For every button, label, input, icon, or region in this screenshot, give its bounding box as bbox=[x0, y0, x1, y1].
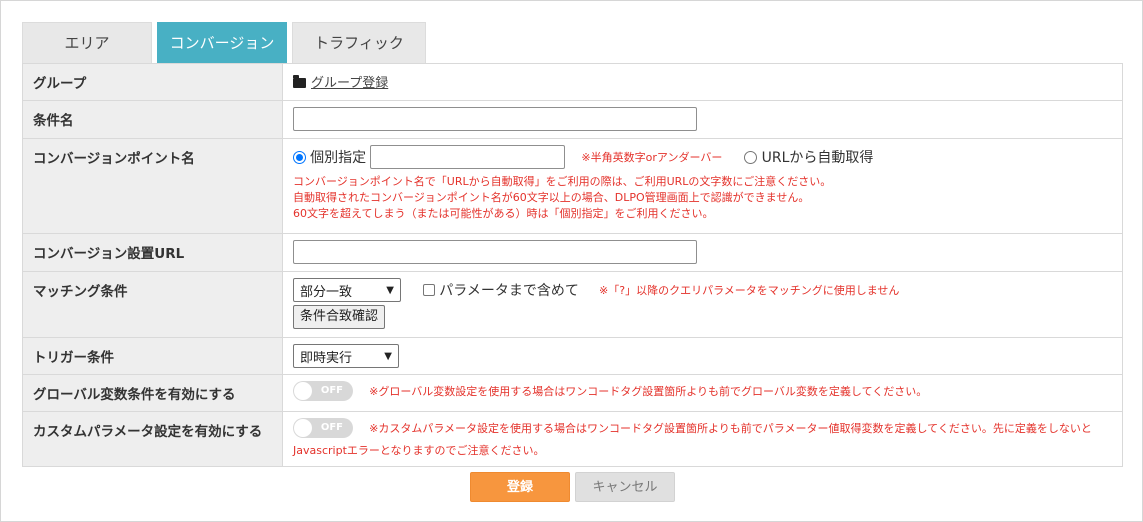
settings-table: グループ グループ登録 条件名 コンバージョンポイント名 個別指定 ※半角英数字… bbox=[22, 63, 1123, 467]
tab-conversion[interactable]: コンバージョン bbox=[157, 22, 287, 63]
custom-param-note: ※カスタムパラメータ設定を使用する場合はワンコードタグ設置箇所よりも前でパラメー… bbox=[369, 422, 1092, 435]
cv-point-note: 60文字を超えてしまう（または可能性がある）時は「個別指定」をご利用ください。 bbox=[293, 207, 714, 220]
cv-point-hint: ※半角英数字orアンダーバー bbox=[581, 151, 723, 164]
group-register-link[interactable]: グループ登録 bbox=[311, 76, 388, 91]
global-var-toggle[interactable]: OFF bbox=[293, 381, 353, 401]
trigger-label: トリガー条件 bbox=[22, 337, 283, 375]
radio-individual[interactable] bbox=[293, 150, 306, 164]
row-matching: マッチング条件 部分一致 ▼ パラメータまで含めて ※「?」以降のクエリパラメータ… bbox=[22, 271, 1123, 338]
row-custom-param: カスタムパラメータ設定を有効にする OFF ※カスタムパラメータ設定を使用する場… bbox=[22, 411, 1123, 467]
group-label: グループ bbox=[22, 63, 283, 101]
cv-point-note: コンバージョンポイント名で「URLから自動取得」をご利用の際は、ご利用URLの文… bbox=[293, 175, 832, 188]
row-global-var: グローバル変数条件を有効にする OFF ※グローバル変数設定を使用する場合はワン… bbox=[22, 374, 1123, 412]
matching-hint: ※「?」以降のクエリパラメータをマッチングに使用しません bbox=[599, 284, 900, 297]
tab-area[interactable]: エリア bbox=[22, 22, 152, 63]
cv-point-notes: コンバージョンポイント名で「URLから自動取得」をご利用の際は、ご利用URLの文… bbox=[293, 174, 1112, 222]
trigger-select-value: 即時実行 bbox=[300, 350, 353, 366]
toggle-state: OFF bbox=[320, 422, 343, 433]
submit-button[interactable]: 登録 bbox=[470, 472, 570, 502]
radio-auto-label: URLから自動取得 bbox=[761, 150, 874, 166]
custom-param-label: カスタムパラメータ設定を有効にする bbox=[22, 411, 283, 467]
row-cv-point: コンバージョンポイント名 個別指定 ※半角英数字orアンダーバー URLから自動… bbox=[22, 138, 1123, 234]
matching-label: マッチング条件 bbox=[22, 271, 283, 338]
toggle-state: OFF bbox=[320, 385, 343, 396]
trigger-select[interactable]: 即時実行 ▼ bbox=[293, 344, 399, 368]
global-var-note: ※グローバル変数設定を使用する場合はワンコードタグ設置箇所よりも前でグローバル変… bbox=[369, 385, 928, 398]
cv-point-input[interactable] bbox=[370, 145, 566, 169]
matching-select[interactable]: 部分一致 ▼ bbox=[293, 278, 401, 302]
toggle-knob bbox=[294, 419, 312, 437]
tab-bar: エリア コンバージョン トラフィック bbox=[22, 22, 431, 63]
condition-name-input[interactable] bbox=[293, 107, 697, 131]
row-trigger: トリガー条件 即時実行 ▼ bbox=[22, 337, 1123, 375]
condition-name-label: 条件名 bbox=[22, 100, 283, 139]
custom-param-toggle[interactable]: OFF bbox=[293, 418, 353, 438]
cv-url-label: コンバージョン設置URL bbox=[22, 233, 283, 272]
custom-param-note-2: Javascriptエラーとなりますのでご注意ください。 bbox=[293, 444, 545, 457]
form-panel: エリア コンバージョン トラフィック グループ グループ登録 条件名 コンバージ… bbox=[0, 0, 1143, 522]
cv-point-note: 自動取得されたコンバージョンポイント名が60文字以上の場合、DLPO管理画面上で… bbox=[293, 191, 810, 204]
matching-select-value: 部分一致 bbox=[300, 284, 353, 300]
toggle-knob bbox=[294, 382, 312, 400]
radio-individual-label: 個別指定 bbox=[310, 150, 367, 166]
row-cv-url: コンバージョン設置URL bbox=[22, 233, 1123, 272]
row-group: グループ グループ登録 bbox=[22, 63, 1123, 101]
row-condition-name: 条件名 bbox=[22, 100, 1123, 139]
include-params-checkbox[interactable] bbox=[423, 284, 436, 296]
cancel-button[interactable]: キャンセル bbox=[575, 472, 675, 502]
include-params-label: パラメータまで含めて bbox=[439, 283, 579, 299]
radio-auto[interactable] bbox=[744, 150, 758, 164]
chevron-down-icon: ▼ bbox=[384, 350, 392, 362]
cv-url-input[interactable] bbox=[293, 240, 697, 264]
chevron-down-icon: ▼ bbox=[386, 284, 394, 296]
tab-traffic[interactable]: トラフィック bbox=[292, 22, 426, 63]
check-match-button[interactable]: 条件合致確認 bbox=[293, 305, 386, 329]
folder-icon bbox=[293, 75, 306, 88]
cv-point-label: コンバージョンポイント名 bbox=[22, 138, 283, 234]
global-var-label: グローバル変数条件を有効にする bbox=[22, 374, 283, 412]
